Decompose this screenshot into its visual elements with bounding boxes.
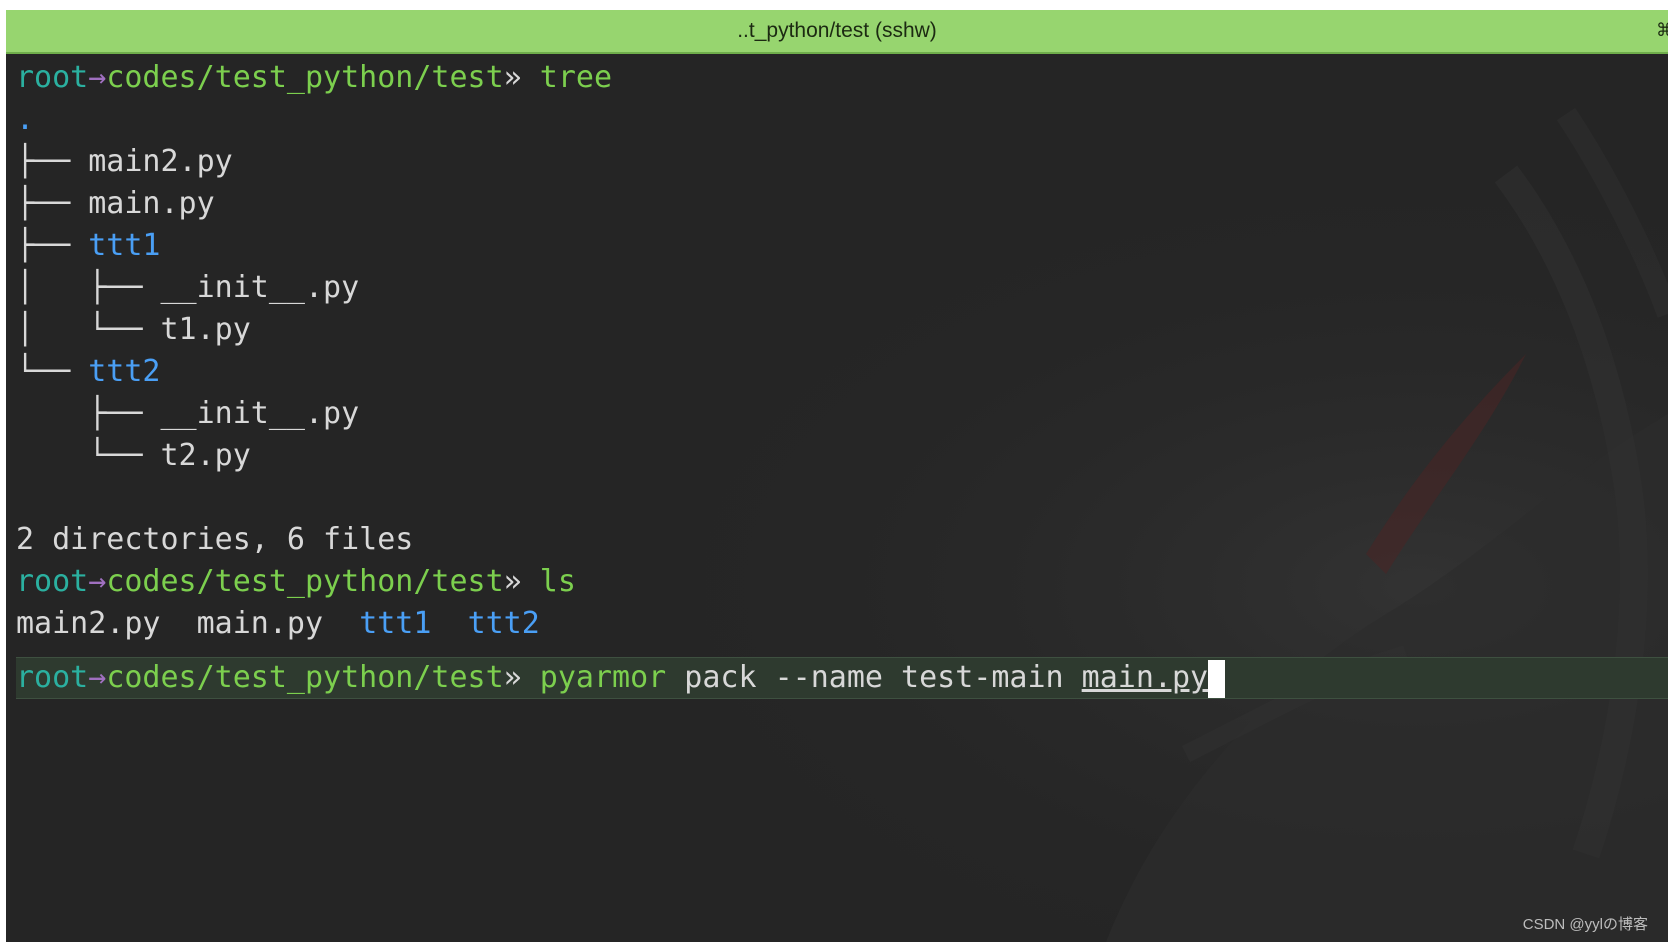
command-ls: ls — [539, 564, 576, 599]
tree-directory: ttt1 — [88, 228, 161, 263]
prompt-path: codes/test_python/test — [106, 60, 504, 95]
prompt-user: root — [16, 564, 89, 599]
ls-output: main2.py main.py ttt1 ttt2 — [16, 603, 540, 645]
prompt-line-tree: root→codes/test_python/test» tree — [16, 57, 612, 99]
watermark: CSDN @yylの博客 — [1522, 916, 1648, 933]
command-icon: ⌘ — [1656, 20, 1668, 41]
command-args: pack --name test-main — [684, 660, 1064, 695]
prompt-path: codes/test_python/test — [106, 564, 504, 599]
prompt-symbol: » — [503, 564, 522, 599]
tree-line: └── t2.py — [16, 435, 251, 477]
tree-line: ├── main.py — [16, 183, 215, 225]
tree-line: ├── main2.py — [16, 141, 233, 183]
window-title: ..t_python/test (sshw) — [737, 19, 937, 42]
command-file-arg: main.py — [1081, 660, 1209, 695]
ls-directory: ttt2 — [467, 606, 540, 641]
prompt-arrow: → — [88, 60, 107, 95]
tree-root: . — [16, 99, 34, 141]
tree-file: t1.py — [160, 312, 251, 347]
tree-line: ├── __init__.py — [16, 393, 359, 435]
ls-directory: ttt1 — [359, 606, 432, 641]
tree-file: t2.py — [160, 438, 251, 473]
prompt-symbol: » — [503, 60, 522, 95]
tree-branch: │ ├── — [16, 270, 161, 305]
tree-branch: ├── — [16, 396, 161, 431]
tree-branch: ├── — [16, 228, 89, 263]
tree-line: └── ttt2 — [16, 351, 161, 393]
prompt-line-ls: root→codes/test_python/test» ls — [16, 561, 576, 603]
tree-directory: ttt2 — [88, 354, 161, 389]
tree-line: │ └── t1.py — [16, 309, 251, 351]
tree-line: ├── ttt1 — [16, 225, 161, 267]
tree-branch: ├── — [16, 186, 89, 221]
tree-file: main2.py — [88, 144, 233, 179]
tree-branch: │ └── — [16, 312, 161, 347]
title-bar[interactable]: ..t_python/test (sshw) ⌘ — [6, 10, 1668, 54]
prompt-user: root — [16, 660, 89, 695]
tree-file: __init__.py — [160, 396, 360, 431]
terminal-window[interactable]: ..t_python/test (sshw) ⌘ root→codes/test… — [6, 10, 1668, 942]
tree-root-dot: . — [16, 102, 35, 137]
prompt-user: root — [16, 60, 89, 95]
tree-summary: 2 directories, 6 files — [16, 522, 414, 557]
prompt-arrow: → — [88, 660, 107, 695]
tree-line: │ ├── __init__.py — [16, 267, 359, 309]
ls-file: main.py — [196, 606, 324, 641]
tree-file: __init__.py — [160, 270, 360, 305]
tree-branch: └── — [16, 354, 89, 389]
prompt-arrow: → — [88, 564, 107, 599]
tree-branch: ├── — [16, 144, 89, 179]
command-input-line[interactable]: root→codes/test_python/test» pyarmor pac… — [16, 657, 1226, 699]
command-tree: tree — [539, 60, 613, 95]
prompt-path: codes/test_python/test — [106, 660, 504, 695]
command-name: pyarmor — [539, 660, 667, 695]
tree-file: main.py — [88, 186, 215, 221]
prompt-symbol: » — [503, 660, 522, 695]
terminal-body[interactable]: root→codes/test_python/test» tree . ├── … — [6, 54, 1668, 942]
ls-file: main2.py — [16, 606, 161, 641]
tree-branch: └── — [16, 438, 161, 473]
text-cursor — [1208, 659, 1226, 698]
